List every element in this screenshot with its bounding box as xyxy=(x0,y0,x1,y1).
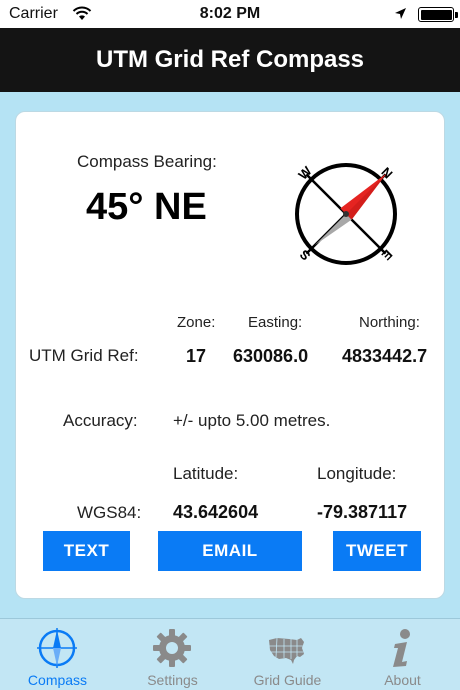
info-icon xyxy=(393,629,410,667)
tab-bar: Compass Settings Grid Guide About xyxy=(0,618,460,690)
usa-map-icon xyxy=(269,637,304,664)
nav-bar: UTM Grid Ref Compass xyxy=(0,28,460,92)
utm-zone-value: 17 xyxy=(186,346,207,366)
tab-settings-label: Settings xyxy=(147,672,198,688)
tab-grid-guide[interactable]: Grid Guide xyxy=(230,619,345,690)
text-button[interactable]: TEXT xyxy=(43,531,130,571)
info-card: Compass Bearing: 45° NE N E S W Zone: Ea… xyxy=(15,111,445,599)
status-bar: Carrier 8:02 PM xyxy=(0,0,460,28)
accuracy-value: +/- upto 5.00 metres. xyxy=(173,411,331,430)
accuracy-label: Accuracy: xyxy=(63,411,138,430)
easting-header: Easting: xyxy=(248,314,303,331)
tab-settings[interactable]: Settings xyxy=(115,619,230,690)
utm-grid-ref-label: UTM Grid Ref: xyxy=(29,346,139,365)
location-arrow-icon xyxy=(394,7,407,25)
utm-easting-value: 630086.0 xyxy=(233,346,309,366)
latitude-header: Latitude: xyxy=(173,464,239,483)
page-title: UTM Grid Ref Compass xyxy=(95,46,365,73)
zone-header: Zone: xyxy=(177,314,216,331)
wgs84-label: WGS84: xyxy=(77,503,142,522)
utm-northing-value: 4833442.7 xyxy=(342,346,428,366)
northing-header: Northing: xyxy=(359,314,420,331)
longitude-header: Longitude: xyxy=(317,464,397,483)
battery-icon xyxy=(418,7,458,22)
compass-bearing-value: 45° NE xyxy=(86,186,207,228)
compass-dial: N E S W xyxy=(286,154,406,274)
tab-about-label: About xyxy=(384,672,421,688)
latitude-value: 43.642604 xyxy=(173,502,259,522)
compass-icon: N E S W xyxy=(295,163,397,265)
tab-compass[interactable]: Compass xyxy=(0,619,115,690)
compass-bearing-label: Compass Bearing: xyxy=(77,152,217,171)
compass-icon xyxy=(37,628,77,668)
tab-about[interactable]: About xyxy=(345,619,460,690)
tweet-button[interactable]: TWEET xyxy=(333,531,421,571)
tab-compass-label: Compass xyxy=(27,672,88,688)
longitude-value: -79.387117 xyxy=(317,502,408,522)
gear-icon xyxy=(153,629,191,667)
tab-grid-guide-label: Grid Guide xyxy=(253,672,322,688)
status-time: 8:02 PM xyxy=(199,5,261,22)
email-button[interactable]: EMAIL xyxy=(158,531,302,571)
